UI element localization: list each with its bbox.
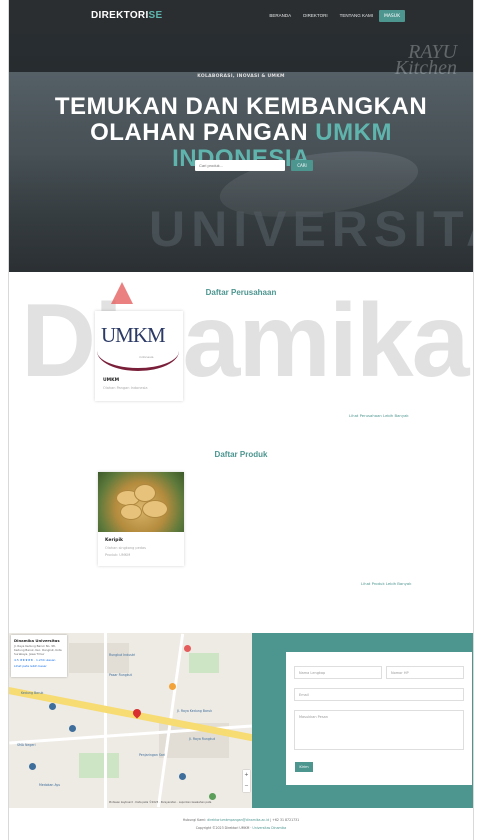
- map-label: SMA Negeri: [17, 743, 36, 747]
- footer-email-link[interactable]: direktoriumkmpangan@dinamika.ac.id: [207, 818, 269, 822]
- send-button[interactable]: Kirim: [295, 762, 313, 772]
- footer-contact-label: Hubungi Kami:: [182, 818, 208, 822]
- map-label: Medokan Ayu: [39, 783, 61, 787]
- map-poi-icon[interactable]: [69, 725, 76, 732]
- map-credit: Pintasan keyboard · Data peta ©2023 · Pe…: [109, 801, 212, 804]
- map-label: Pasar Rungkut: [109, 673, 132, 677]
- footer-contact: Hubungi Kami: direktoriumkmpangan@dinami…: [9, 818, 473, 822]
- map-larger-link[interactable]: Lihat peta lebih besar: [14, 664, 64, 668]
- map-poi-icon[interactable]: [209, 793, 216, 800]
- hero-headline-line2: OLAHAN PANGAN UMKM: [9, 120, 473, 146]
- company-card[interactable]: UMKM indonesia UMKM Olahan Pangan Indone…: [95, 311, 183, 401]
- brand-main: DIREKTORI: [91, 10, 149, 21]
- map-info-address: Jl. Raya Kedung Baruk No. 98, Kedung Bar…: [14, 644, 62, 656]
- name-field[interactable]: Nama Lengkap: [294, 666, 382, 679]
- map-poi-icon[interactable]: [49, 703, 56, 710]
- product-card[interactable]: Keripik Olahan singkong pedas Produk: UM…: [98, 472, 184, 566]
- map-label: Jl. Raya Rungkut: [189, 737, 215, 741]
- nav-link-tentang[interactable]: TENTANG KAMI: [340, 13, 373, 18]
- products-title: Daftar Produk: [214, 450, 268, 459]
- nav-link-beranda[interactable]: BERANDA: [269, 13, 291, 18]
- hero-headline-line2b: UMKM: [315, 119, 392, 146]
- hero-sign: RAYU Kitchen: [395, 42, 457, 78]
- embedded-map[interactable]: Dinamika Universitas Jl. Raya Kedung Bar…: [9, 633, 252, 808]
- brand-logo[interactable]: DIREKTORISE: [91, 10, 162, 21]
- chip-shape: [142, 500, 168, 518]
- navbar: DIREKTORISE BERANDA DIREKTORI TENTANG KA…: [9, 0, 473, 34]
- chip-shape: [120, 504, 142, 520]
- map-poi-icon[interactable]: [184, 645, 191, 652]
- footer-copyright-text: Copyright ©2023 Direktori UMKM ·: [195, 826, 253, 830]
- map-label: Kedung Baruk: [21, 691, 44, 695]
- search-input[interactable]: [195, 160, 285, 171]
- product-owner: Produk: UMKM: [105, 553, 131, 557]
- company-logo: UMKM indonesia: [95, 311, 183, 373]
- map-street: [104, 633, 107, 808]
- see-all-products-link[interactable]: Lihat Produk Lebih Banyak: [361, 581, 411, 586]
- product-image: [98, 472, 184, 532]
- hero-headline-line1: TEMUKAN DAN KEMBANGKAN: [54, 93, 428, 120]
- login-button[interactable]: MASUK: [379, 10, 405, 22]
- map-poi-icon[interactable]: [179, 773, 186, 780]
- phone-field[interactable]: Nomor HP: [386, 666, 464, 679]
- nav-link-direktori[interactable]: DIREKTORI: [303, 13, 327, 18]
- map-poi-icon[interactable]: [169, 683, 176, 690]
- companies-title: Daftar Perusahaan: [205, 288, 277, 297]
- product-desc: Olahan singkong pedas: [105, 546, 146, 550]
- map-poi-icon[interactable]: [29, 763, 36, 770]
- product-info: Keripik Olahan singkong pedas Produk: UM…: [105, 538, 146, 557]
- map-park: [79, 753, 119, 778]
- zoom-out-button[interactable]: −: [243, 781, 250, 792]
- map-label: Jl. Raya Kedung Baruk: [177, 709, 213, 713]
- company-subtitle: Olahan Pangan Indonesia: [103, 386, 148, 390]
- company-name: UMKM: [103, 378, 120, 383]
- logo-text: UMKM: [101, 323, 166, 347]
- footer-university-link[interactable]: Universitas Dinamika: [252, 826, 286, 830]
- see-all-companies-link[interactable]: Lihat Perusahaan Lebih Banyak: [349, 413, 409, 418]
- company-info: UMKM Olahan Pangan Indonesia: [103, 378, 148, 390]
- map-park: [189, 653, 219, 673]
- message-field[interactable]: Masukkan Pesan: [294, 710, 464, 750]
- watermark-universitas: UNIVERSITAS: [149, 201, 473, 257]
- brand-accent: SE: [148, 10, 163, 21]
- contact-form: Nama Lengkap Nomor HP Email Masukkan Pes…: [286, 652, 472, 785]
- zoom-in-button[interactable]: +: [243, 770, 250, 781]
- footer-copyright: Copyright ©2023 Direktori UMKM · Univers…: [9, 826, 473, 830]
- email-field[interactable]: Email: [294, 688, 464, 701]
- logo-subtext: indonesia: [139, 355, 154, 359]
- map-label: Rungkut Industri: [109, 653, 136, 657]
- map-zoom-controls[interactable]: + −: [243, 770, 250, 792]
- map-info-card: Dinamika Universitas Jl. Raya Kedung Bar…: [11, 635, 67, 677]
- hero-headline-line2a: OLAHAN PANGAN: [90, 119, 309, 146]
- search-button[interactable]: CARI: [291, 160, 313, 171]
- footer-phone: | +62 31 8721731: [269, 818, 300, 822]
- map-block: [69, 643, 129, 673]
- page: DIREKTORISE BERANDA DIREKTORI TENTANG KA…: [8, 0, 474, 840]
- hero-tagline: KOLABORASI, INOVASI & UMKM: [197, 74, 285, 79]
- product-name: Keripik: [105, 538, 123, 543]
- watermark-dinamika: Dinamika: [21, 283, 469, 399]
- map-info-rating: 4.5 ★★★★★ · 1.234 ulasan: [14, 658, 56, 662]
- map-info-title: Dinamika Universitas: [14, 638, 60, 643]
- map-label: Penjaringan Sari: [139, 753, 166, 757]
